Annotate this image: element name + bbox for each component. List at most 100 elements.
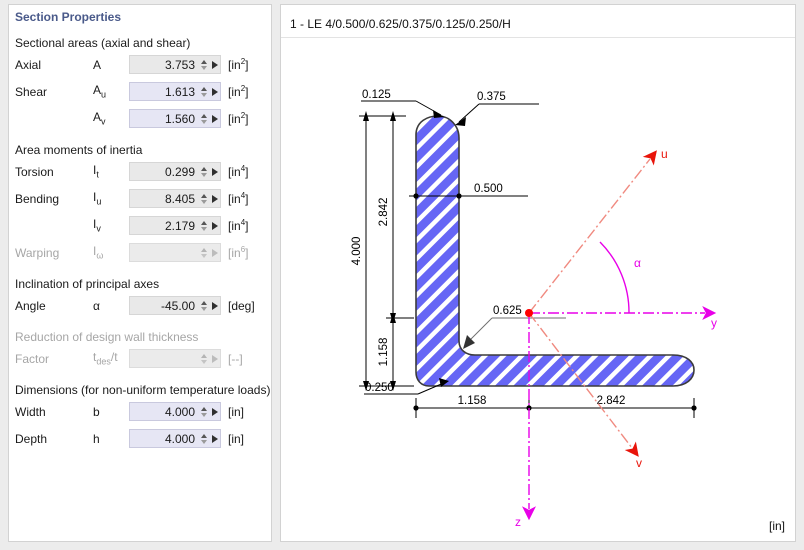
- property-label-axial: Axial: [15, 57, 42, 72]
- expand-arrow-icon-depth[interactable]: [209, 430, 220, 447]
- input-shear-u[interactable]: 1.613: [129, 82, 221, 101]
- property-label-torsion: Torsion: [15, 164, 54, 179]
- expand-arrow-icon-bending-v[interactable]: [209, 217, 220, 234]
- input-angle[interactable]: -45.00: [129, 296, 221, 315]
- property-row-bending-v: Iv 2.179 [in4]: [9, 213, 271, 238]
- angle-alpha-arc: [599, 241, 630, 314]
- property-label-depth: Depth: [15, 431, 48, 446]
- unit-label: [in]: [768, 519, 785, 533]
- axis-z-label: z: [515, 515, 521, 529]
- property-symbol-depth: h: [93, 431, 100, 446]
- expand-arrow-icon-bending-u[interactable]: [209, 190, 220, 207]
- property-label-warping: Warping: [15, 245, 60, 260]
- unit-bending-v: [in4]: [228, 218, 249, 233]
- unit-torsion: [in4]: [228, 164, 249, 179]
- property-symbol-axial: A: [93, 57, 102, 72]
- spinner-angle[interactable]: [199, 297, 208, 314]
- property-label-angle: Angle: [15, 298, 46, 313]
- dim-bottom-chain: [413, 398, 697, 418]
- unit-factor: [--]: [228, 351, 243, 366]
- input-shear-v[interactable]: 1.560: [129, 109, 221, 128]
- group-label-reduction-of-design-wall-thickness: Reduction of design wall thickness: [15, 330, 199, 344]
- expand-arrow-icon-angle[interactable]: [209, 297, 220, 314]
- property-symbol-bending-u: Iu: [93, 190, 102, 207]
- axis-v-label: v: [636, 456, 642, 470]
- page-title: Section Properties: [15, 10, 122, 24]
- property-groups: Sectional areas (axial and shear) Axial A 3…: [9, 36, 271, 451]
- expand-arrow-icon-width[interactable]: [209, 403, 220, 420]
- section-outline: [415, 115, 695, 387]
- input-torsion[interactable]: 0.299: [129, 162, 221, 181]
- spinner-bending-v[interactable]: [199, 217, 208, 234]
- property-row-depth: Depth h 4.000 [in]: [9, 426, 271, 451]
- input-depth[interactable]: 4.000: [129, 429, 221, 448]
- property-row-shear-v: Av 1.560 [in2]: [9, 106, 271, 131]
- dim-overall-depth-label: 4.000: [351, 237, 363, 266]
- input-axial[interactable]: 3.753: [129, 55, 221, 74]
- input-value-angle[interactable]: -45.00: [130, 299, 199, 313]
- property-row-factor: Factor tdes/t [--]: [9, 346, 271, 371]
- property-symbol-factor: tdes/t: [93, 350, 118, 367]
- spinner-axial[interactable]: [199, 56, 208, 73]
- section-properties-panel: Section Properties Sectional areas (axia…: [8, 4, 272, 542]
- dim-leg-thickness-label: 0.500: [474, 183, 503, 195]
- expand-arrow-icon-shear-v[interactable]: [209, 110, 220, 127]
- property-row-bending-u: Bending Iu 8.405 [in4]: [9, 186, 271, 211]
- spinner-factor: [199, 350, 208, 367]
- unit-bending-u: [in4]: [228, 191, 249, 206]
- dim-depth-upper: [386, 111, 414, 323]
- property-label-width: Width: [15, 404, 46, 419]
- group-label-area-moments-of-inertia: Area moments of inertia: [15, 143, 143, 157]
- property-symbol-shear-u: Au: [93, 83, 107, 100]
- input-bending-u[interactable]: 8.405: [129, 189, 221, 208]
- axis-y-label: y: [711, 316, 717, 330]
- spinner-shear-v[interactable]: [199, 110, 208, 127]
- input-value-shear-v[interactable]: 1.560: [130, 112, 199, 126]
- dim-inner-radius: [463, 317, 566, 349]
- dim-depth-lower-label: 1.158: [378, 338, 390, 367]
- expand-arrow-icon-shear-u[interactable]: [209, 83, 220, 100]
- spinner-torsion[interactable]: [199, 163, 208, 180]
- property-label-bending-u: Bending: [15, 191, 60, 206]
- spinner-depth[interactable]: [199, 430, 208, 447]
- section-viewer-panel[interactable]: 1 - LE 4/0.500/0.625/0.375/0.125/0.250/H: [280, 4, 796, 542]
- input-value-depth[interactable]: 4.000: [130, 432, 199, 446]
- unit-shear-v: [in2]: [228, 111, 249, 126]
- property-symbol-shear-v: Av: [93, 110, 106, 127]
- dim-corner-radius-outer-label: 0.375: [477, 91, 506, 103]
- input-bending-v[interactable]: 2.179: [129, 216, 221, 235]
- input-value-torsion[interactable]: 0.299: [130, 165, 199, 179]
- group-label-sectional-areas: Sectional areas (axial and shear): [15, 36, 191, 50]
- dim-depth-lower: [386, 313, 414, 391]
- spinner-width[interactable]: [199, 403, 208, 420]
- spinner-bending-u[interactable]: [199, 190, 208, 207]
- axis-u-line: [528, 150, 657, 314]
- input-value-shear-u[interactable]: 1.613: [130, 85, 199, 99]
- dim-width-right-label: 2.842: [597, 395, 626, 407]
- property-row-axial: Axial A 3.753 [in2]: [9, 52, 271, 77]
- unit-width: [in]: [228, 404, 245, 419]
- unit-shear-u: [in2]: [228, 84, 249, 99]
- expand-arrow-icon-torsion[interactable]: [209, 163, 220, 180]
- spinner-shear-u[interactable]: [199, 83, 208, 100]
- input-value-bending-u[interactable]: 8.405: [130, 192, 199, 206]
- input-factor: [129, 349, 221, 368]
- input-width[interactable]: 4.000: [129, 402, 221, 421]
- group-label-dimensions: Dimensions (for non-uniform temperature …: [15, 383, 271, 397]
- expand-arrow-icon-axial[interactable]: [209, 56, 220, 73]
- dim-bottom-thickness-label: 0.250: [365, 382, 394, 394]
- spinner-warping: [199, 244, 208, 261]
- input-value-axial[interactable]: 3.753: [130, 58, 199, 72]
- input-value-width[interactable]: 4.000: [130, 405, 199, 419]
- unit-axial: [in2]: [228, 57, 249, 72]
- unit-depth: [in]: [228, 431, 245, 446]
- section-profile: [415, 115, 695, 387]
- dim-inner-radius-label: 0.625: [493, 305, 522, 317]
- dim-flange-thickness-top-label: 0.125: [362, 89, 391, 101]
- dim-width-left-label: 1.158: [458, 395, 487, 407]
- section-drawing[interactable]: 4.000 2.842 1.158 0.500 0.250 0.125 0.37…: [281, 5, 795, 541]
- axis-u-label: u: [661, 147, 668, 161]
- input-value-bending-v[interactable]: 2.179: [130, 219, 199, 233]
- unit-warping: [in6]: [228, 245, 249, 260]
- expand-arrow-icon-warping: [209, 244, 220, 261]
